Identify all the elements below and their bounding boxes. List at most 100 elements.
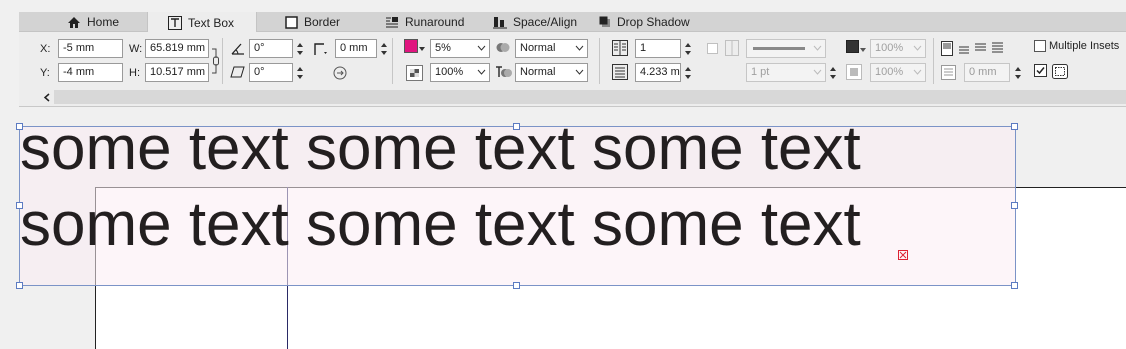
- tab-home-label: Home: [87, 15, 120, 29]
- runaround-icon: [386, 17, 398, 28]
- skew-field[interactable]: 0°: [249, 63, 293, 82]
- text-line-1[interactable]: some text some text some text: [20, 113, 861, 184]
- blend-mode-dropdown-1[interactable]: Normal: [515, 39, 588, 58]
- corner-radius-field[interactable]: 0 mm: [335, 39, 377, 58]
- skew-icon: [230, 66, 245, 78]
- w-field[interactable]: 65.819 mm: [145, 39, 209, 58]
- y-field[interactable]: -4 mm: [58, 63, 123, 82]
- rotation-angle-icon: [231, 43, 244, 55]
- y-label: Y:: [40, 67, 50, 79]
- tab-drop-shadow[interactable]: Drop Shadow: [599, 12, 690, 32]
- resize-handle-bottom[interactable]: [513, 282, 520, 289]
- chevron-down-icon: [813, 69, 822, 75]
- line-width-dropdown[interactable]: 1 pt: [746, 63, 826, 82]
- chevron-down-icon: [860, 48, 866, 52]
- angle-stepper-icon[interactable]: [296, 42, 304, 56]
- opacity-icon: [406, 65, 423, 81]
- tab-text-box[interactable]: Text Box: [147, 12, 257, 33]
- tab-runaround[interactable]: Runaround: [385, 12, 464, 32]
- measurements-ribbon: X: -5 mm Y: -4 mm W: 65.819 mm H: 10.517…: [19, 32, 1126, 107]
- gutter-width-icon: [612, 64, 628, 80]
- tab-space-align[interactable]: Space/Align: [493, 12, 577, 32]
- border-icon: [285, 15, 298, 29]
- resize-handle-top-right[interactable]: [1011, 123, 1018, 130]
- gap-color-icon: [846, 64, 862, 80]
- columns-stepper-icon[interactable]: [684, 42, 692, 56]
- chevron-down-icon: [419, 47, 425, 51]
- frame-opacity-dropdown-2[interactable]: 100%: [870, 63, 926, 82]
- chevron-down-icon: [913, 69, 922, 75]
- blend-mode-dropdown-2[interactable]: Normal: [515, 63, 588, 82]
- blend-mode-icon: [496, 43, 510, 52]
- drop-shadow-icon: [599, 16, 610, 27]
- chevron-down-icon: [477, 45, 486, 51]
- frame-opacity-value-2: 100%: [875, 66, 904, 78]
- tab-home[interactable]: Home: [67, 12, 119, 32]
- skew-stepper-icon[interactable]: [296, 66, 304, 80]
- text-inset-field[interactable]: 0 mm: [964, 63, 1010, 82]
- separator: [222, 38, 223, 84]
- scroll-left-button[interactable]: [38, 90, 54, 104]
- measurements-tabbar: Home Text Box Border Runaround Space/Ali…: [19, 12, 1126, 33]
- corner-stepper-icon[interactable]: [380, 42, 388, 56]
- ribbon-scrollbar[interactable]: [54, 90, 1126, 104]
- resize-handle-bottom-left[interactable]: [16, 282, 23, 289]
- align-justified-icon[interactable]: [992, 42, 1003, 53]
- x-field[interactable]: -5 mm: [58, 39, 123, 58]
- tab-space-align-label: Space/Align: [513, 15, 578, 29]
- frame-opacity-dropdown-1[interactable]: 100%: [870, 39, 926, 58]
- checked-checkbox-icon[interactable]: [1034, 64, 1047, 77]
- space-align-icon: [493, 16, 507, 28]
- gutter-stepper-icon[interactable]: [684, 66, 692, 80]
- link-proportions-icon[interactable]: [211, 47, 219, 75]
- blend-mode-value-2: Normal: [520, 66, 556, 78]
- align-bottom-icon[interactable]: [975, 42, 986, 51]
- corner-style-icon[interactable]: [313, 42, 329, 56]
- align-center-icon[interactable]: [959, 45, 969, 54]
- text-line-2[interactable]: some text some text some text: [20, 189, 861, 260]
- columns-field[interactable]: 1: [635, 39, 681, 58]
- angle-field[interactable]: 0°: [249, 39, 293, 58]
- frame-color-swatch[interactable]: [846, 40, 859, 53]
- tab-text-box-label: Text Box: [188, 15, 235, 30]
- fill-color-swatch[interactable]: [404, 39, 418, 53]
- tab-drop-shadow-label: Drop Shadow: [617, 15, 690, 29]
- tab-border[interactable]: Border: [285, 12, 340, 32]
- h-label: H:: [129, 67, 140, 79]
- resize-handle-right[interactable]: [1011, 202, 1018, 209]
- line-style-dropdown[interactable]: [746, 39, 826, 58]
- multiple-insets-checkbox[interactable]: [1034, 40, 1046, 52]
- multiple-insets-label: Multiple Insets: [1049, 40, 1120, 52]
- separator: [933, 38, 934, 84]
- align-top-icon[interactable]: [941, 41, 953, 56]
- columns-icon: [612, 40, 628, 56]
- gutter-width-field[interactable]: 4.233 m: [635, 63, 681, 82]
- shade-dropdown[interactable]: 5%: [430, 39, 490, 58]
- shade-value: 5%: [435, 42, 451, 54]
- x-label: X:: [40, 43, 51, 55]
- overset-text-indicator[interactable]: [898, 250, 908, 260]
- line-style-preview: [753, 47, 805, 50]
- runaround-settings-icon[interactable]: [1052, 64, 1068, 79]
- chevron-down-icon: [575, 45, 584, 51]
- h-field[interactable]: 10.517 mm: [145, 63, 209, 82]
- resize-handle-bottom-right[interactable]: [1011, 282, 1018, 289]
- frame-checkbox[interactable]: [707, 43, 718, 54]
- chevron-down-icon: [813, 45, 822, 51]
- chevron-down-icon: [913, 45, 922, 51]
- text-inset-icon: [941, 65, 956, 80]
- tab-runaround-label: Runaround: [405, 15, 465, 29]
- flip-icon[interactable]: [333, 66, 347, 80]
- fill-color-chip: [405, 40, 417, 52]
- layout-canvas[interactable]: some text some text some text some text …: [0, 108, 1126, 349]
- w-label: W:: [129, 43, 143, 55]
- line-width-stepper-icon[interactable]: [829, 66, 837, 80]
- inset-stepper-icon[interactable]: [1014, 66, 1022, 80]
- opacity-value: 100%: [435, 66, 464, 78]
- line-width-value: 1 pt: [751, 66, 770, 78]
- text-box-icon: [168, 15, 182, 30]
- opacity-dropdown[interactable]: 100%: [430, 63, 490, 82]
- chevron-down-icon: [575, 69, 584, 75]
- home-icon: [68, 16, 80, 28]
- frame-style-icon: [725, 40, 739, 56]
